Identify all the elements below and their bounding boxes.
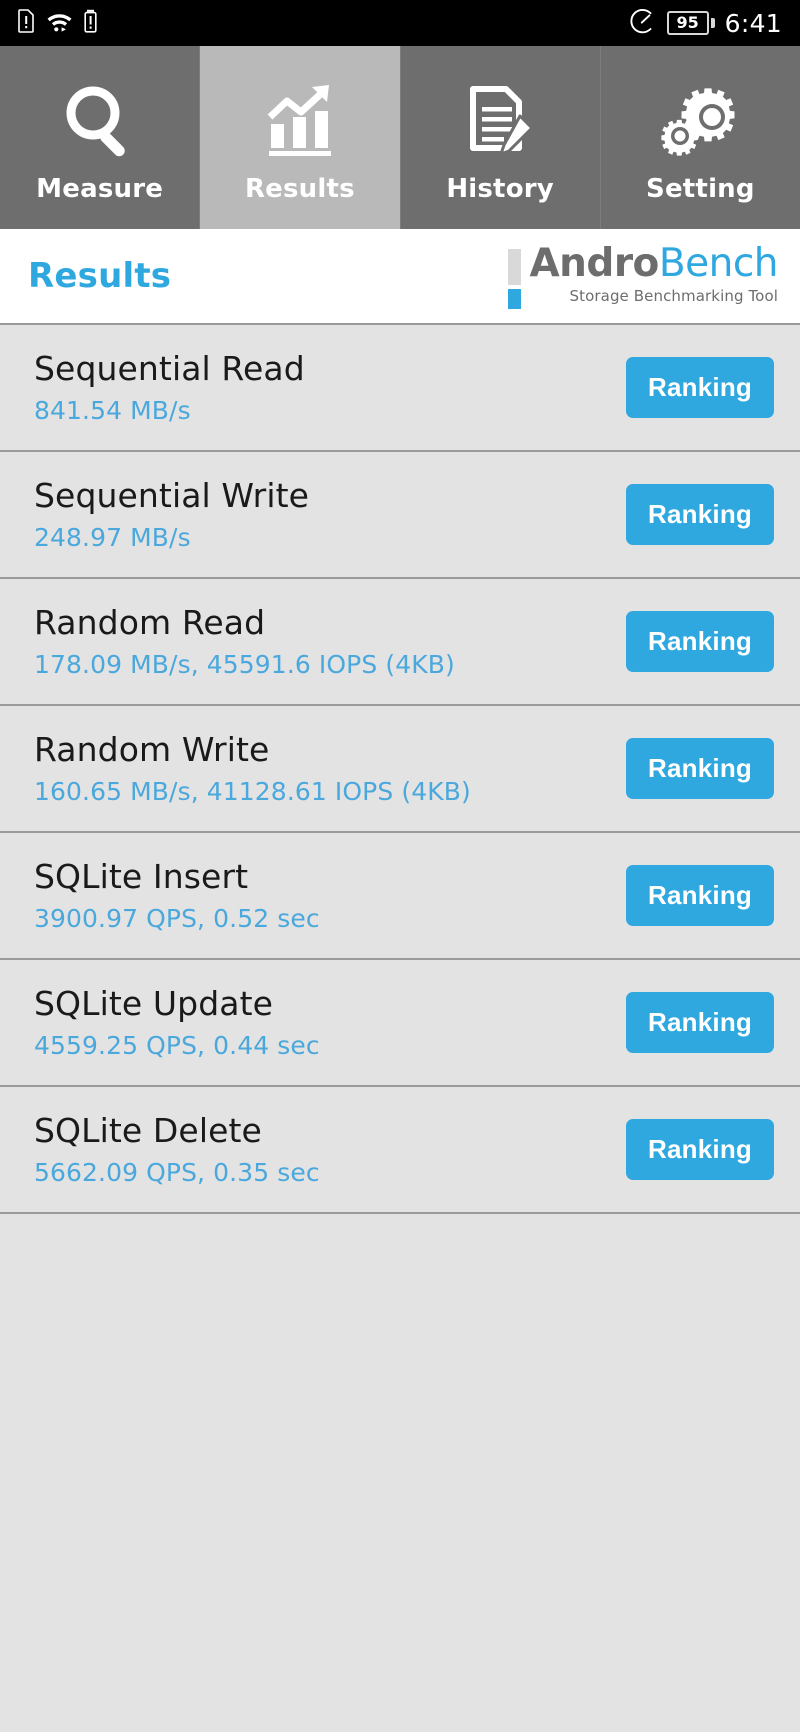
battery-icon: 95 [666, 11, 715, 35]
status-bar-right-icons: 95 6:41 [629, 8, 782, 38]
status-bar-left-icons [18, 9, 97, 37]
wifi-icon [46, 10, 73, 36]
table-row[interactable]: Random Write 160.65 MB/s, 41128.61 IOPS … [0, 706, 800, 833]
result-value: 5662.09 QPS, 0.35 sec [34, 1157, 320, 1187]
gears-icon [657, 78, 743, 166]
table-row[interactable]: SQLite Insert 3900.97 QPS, 0.52 sec Rank… [0, 833, 800, 960]
tab-history[interactable]: History [400, 46, 601, 229]
tab-measure[interactable]: Measure [0, 46, 201, 229]
result-value: 248.97 MB/s [34, 522, 191, 552]
tab-label-setting: Setting [646, 173, 755, 204]
ranking-button[interactable]: Ranking [626, 357, 774, 418]
sim-alert-icon [18, 9, 35, 37]
result-title: Random Write [34, 730, 270, 770]
result-value: 160.65 MB/s, 41128.61 IOPS (4KB) [34, 776, 471, 806]
result-title: Sequential Read [34, 349, 305, 389]
main-tab-bar: Measure Results History Setting [0, 46, 800, 229]
table-row[interactable]: Sequential Read 841.54 MB/s Ranking [0, 325, 800, 452]
app-screen: 95 6:41 Measure Results History Setting … [0, 0, 800, 1732]
ranking-button[interactable]: Ranking [626, 611, 774, 672]
result-title: SQLite Insert [34, 857, 249, 897]
logo-subtitle: Storage Benchmarking Tool [569, 286, 778, 305]
result-value: 178.09 MB/s, 45591.6 IOPS (4KB) [34, 649, 455, 679]
result-value: 4559.25 QPS, 0.44 sec [34, 1030, 320, 1060]
tab-label-results: Results [244, 173, 355, 204]
ranking-button[interactable]: Ranking [626, 738, 774, 799]
result-title: SQLite Update [34, 984, 274, 1024]
androbench-logo: AndroBench Storage Benchmarking Tool [508, 240, 779, 309]
magnifier-icon [57, 78, 143, 166]
page-title: Results [28, 256, 172, 296]
result-title: SQLite Delete [34, 1111, 262, 1151]
status-bar: 95 6:41 [0, 0, 800, 46]
tab-label-measure: Measure [36, 173, 164, 204]
tab-setting[interactable]: Setting [600, 46, 800, 229]
result-title: Random Read [34, 603, 266, 643]
tab-label-history: History [446, 173, 554, 204]
logo-text-andro: Andro [529, 240, 659, 286]
result-value: 3900.97 QPS, 0.52 sec [34, 903, 320, 933]
ranking-button[interactable]: Ranking [626, 992, 774, 1053]
ranking-button[interactable]: Ranking [626, 1119, 774, 1180]
table-row[interactable]: Sequential Write 248.97 MB/s Ranking [0, 452, 800, 579]
speedometer-icon [629, 8, 657, 38]
logo-text-bench: Bench [658, 240, 779, 286]
table-row[interactable]: Random Read 178.09 MB/s, 45591.6 IOPS (4… [0, 579, 800, 706]
table-row[interactable]: SQLite Update 4559.25 QPS, 0.44 sec Rank… [0, 960, 800, 1087]
clock-label: 6:41 [724, 8, 782, 38]
logo-accent-bar [508, 248, 522, 309]
tab-results[interactable]: Results [200, 46, 401, 229]
result-value: 841.54 MB/s [34, 395, 191, 425]
ranking-button[interactable]: Ranking [626, 484, 774, 545]
bar-chart-arrow-icon [257, 78, 343, 166]
ranking-button[interactable]: Ranking [626, 865, 774, 926]
document-pencil-icon [457, 78, 543, 166]
sim-alert-icon [84, 9, 97, 37]
empty-list-space [0, 1214, 800, 1732]
table-row[interactable]: SQLite Delete 5662.09 QPS, 0.35 sec Rank… [0, 1087, 800, 1214]
result-title: Sequential Write [34, 476, 310, 516]
page-header: Results AndroBench Storage Benchmarking … [0, 229, 800, 325]
battery-percent-label: 95 [676, 13, 699, 32]
results-list: Sequential Read 841.54 MB/s Ranking Sequ… [0, 325, 800, 1214]
